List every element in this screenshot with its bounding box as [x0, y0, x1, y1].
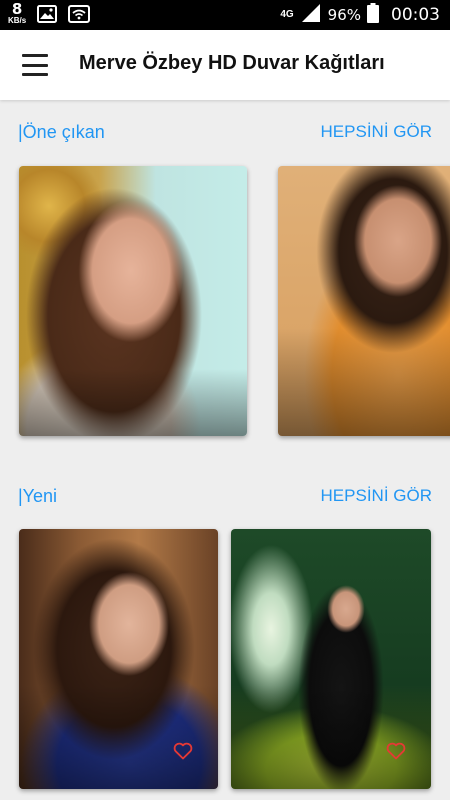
battery-percent: 96% — [327, 6, 361, 24]
card-shade — [231, 685, 431, 789]
featured-section-label: |Öne çıkan — [18, 122, 105, 142]
image-icon — [36, 4, 58, 24]
card-shade — [19, 368, 247, 436]
new-see-all-button[interactable]: HEPSİNİ GÖR — [321, 486, 432, 506]
new-wallpaper-card[interactable] — [19, 529, 218, 789]
card-shade — [278, 328, 450, 436]
heart-icon[interactable] — [386, 742, 406, 760]
app-bar: Merve Özbey HD Duvar Kağıtları — [0, 30, 450, 100]
status-bar: 8 KB/s 4G 96% 00:03 — [0, 0, 450, 30]
new-wallpaper-card[interactable] — [231, 529, 431, 789]
wifi-icon — [68, 4, 91, 24]
hamburger-menu-icon[interactable] — [22, 54, 48, 76]
clock: 00:03 — [391, 5, 440, 25]
signal-icon — [300, 3, 322, 28]
heart-icon[interactable] — [173, 742, 193, 760]
featured-wallpaper-card[interactable] — [19, 166, 247, 436]
network-speed: 8 KB/s — [8, 2, 26, 25]
network-type: 4G — [280, 9, 294, 20]
network-speed-unit: KB/s — [8, 16, 27, 25]
new-section-header: |Yeni HEPSİNİ GÖR — [0, 486, 450, 510]
featured-see-all-button[interactable]: HEPSİNİ GÖR — [321, 122, 432, 142]
featured-section-header: |Öne çıkan HEPSİNİ GÖR — [0, 122, 450, 146]
new-section-label: |Yeni — [18, 486, 58, 506]
battery-icon — [367, 2, 379, 28]
page-title: Merve Özbey HD Duvar Kağıtları — [79, 52, 385, 74]
card-shade — [19, 685, 218, 789]
status-bar-left: 8 KB/s — [8, 2, 91, 25]
featured-wallpaper-card[interactable] — [278, 166, 450, 436]
network-speed-value: 8 — [11, 0, 23, 18]
status-bar-right: 4G 96% 00:03 — [280, 0, 440, 30]
